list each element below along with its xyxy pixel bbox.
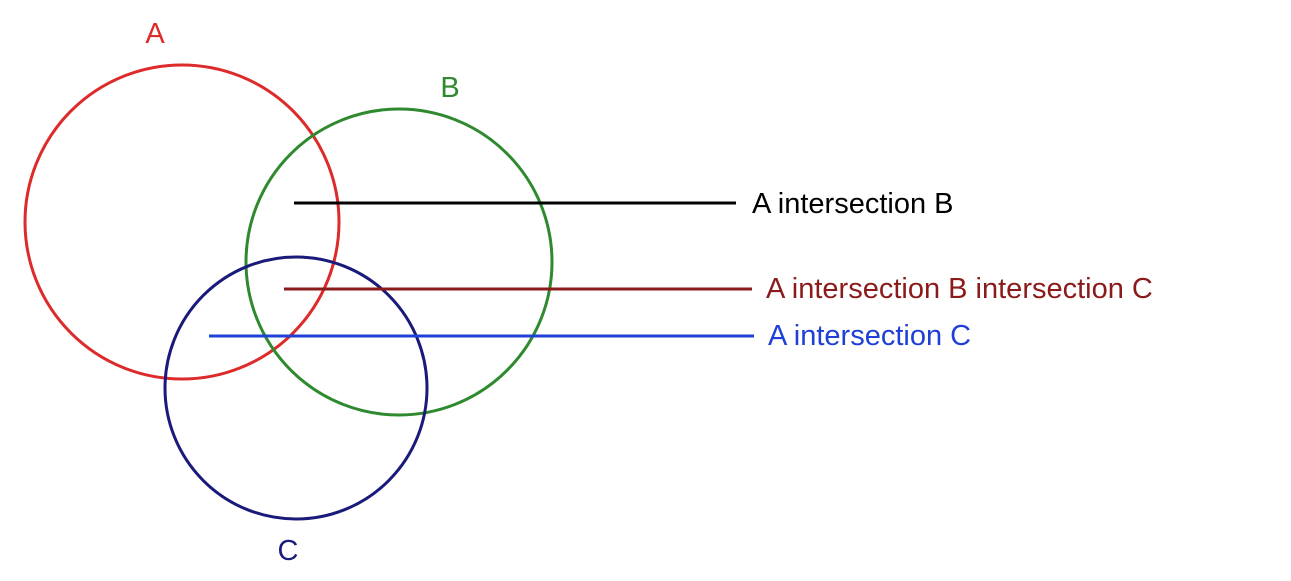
set-a-circle	[23, 63, 341, 381]
set-c-label: C	[278, 535, 299, 567]
callout-text-ac: A intersection C	[768, 320, 971, 352]
callout-text-abc: A intersection B intersection C	[766, 273, 1153, 305]
venn-diagram: A B C A intersection B A intersection B …	[23, 18, 1153, 567]
callout-text-ab: A intersection B	[752, 188, 954, 220]
set-b-label: B	[440, 72, 459, 104]
set-c-circle	[163, 255, 429, 521]
set-a-label: A	[145, 18, 165, 50]
set-b-circle	[244, 107, 554, 417]
